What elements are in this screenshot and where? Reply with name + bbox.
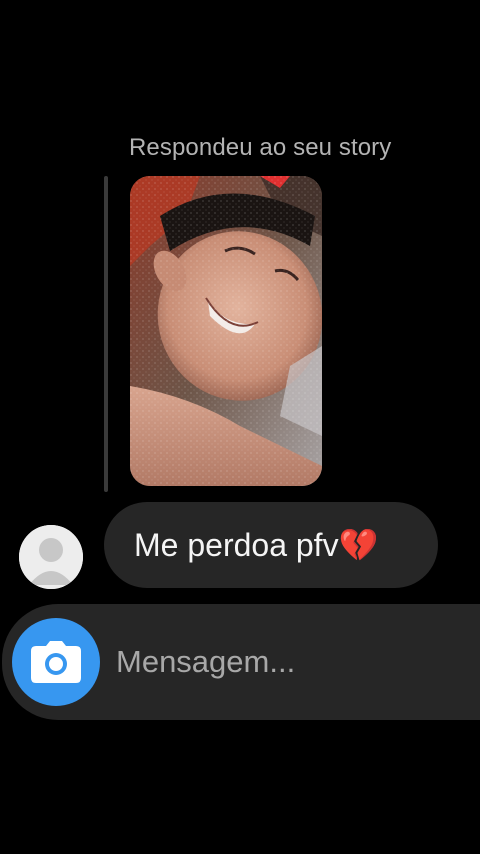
- story-reply-caption: Respondeu ao seu story: [129, 134, 392, 161]
- story-thumbnail[interactable]: [130, 176, 322, 486]
- chat-screen: Respondeu ao seu story Me perdoa pfv💔 Me…: [0, 0, 480, 854]
- message-composer: [2, 604, 480, 720]
- message-input[interactable]: [116, 638, 456, 686]
- camera-button[interactable]: [12, 618, 100, 706]
- reply-indicator-bar: [104, 176, 108, 492]
- message-row: Me perdoa pfv💔: [0, 500, 480, 590]
- message-bubble[interactable]: Me perdoa pfv💔: [104, 502, 438, 588]
- message-body: Me perdoa pfv: [134, 527, 339, 563]
- camera-icon: [31, 641, 81, 683]
- message-text: Me perdoa pfv💔: [134, 526, 378, 564]
- default-avatar-icon: [19, 525, 83, 589]
- story-photo: [130, 176, 322, 486]
- broken-heart-emoji: 💔: [338, 527, 379, 563]
- sender-avatar[interactable]: [19, 525, 83, 589]
